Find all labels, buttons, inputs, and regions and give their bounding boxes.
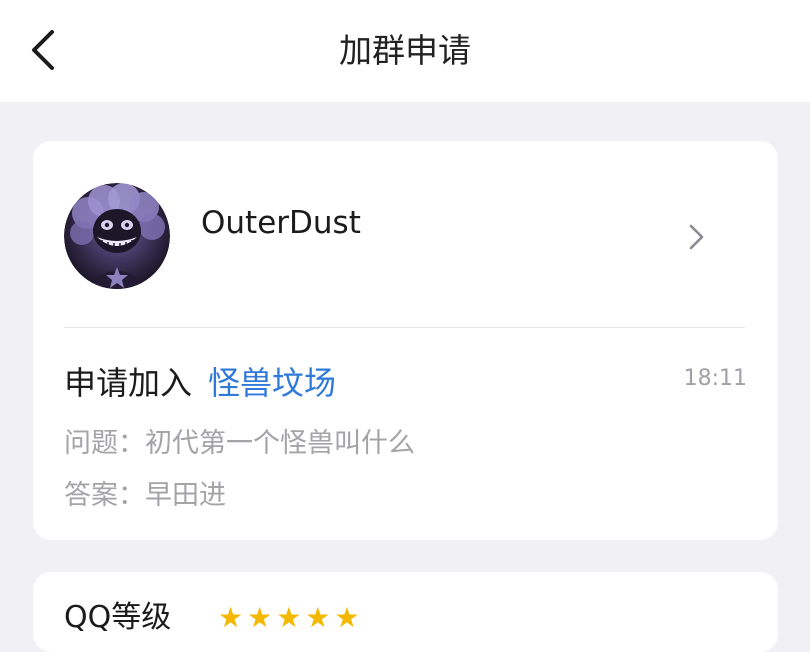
navigation-bar: 加群申请 (0, 0, 810, 102)
request-summary: 申请加入 怪兽坟场 (64, 363, 336, 403)
divider (64, 327, 745, 328)
answer-text: 答案：早田进 (64, 480, 226, 511)
qq-level-card: QQ等级 ★★★★★ (33, 572, 778, 652)
join-request-card: OuterDust 申请加入 怪兽坟场 18:11 问题：初代第一个怪兽叫什么 答… (33, 141, 778, 540)
request-prefix: 申请加入 (64, 364, 193, 402)
applicant-row[interactable]: OuterDust (33, 141, 778, 327)
question-text: 问题：初代第一个怪兽叫什么 (64, 428, 415, 459)
qq-level-label: QQ等级 (64, 600, 172, 635)
avatar[interactable] (64, 183, 170, 289)
level-stars: ★★★★★ (218, 601, 364, 634)
group-name-link[interactable]: 怪兽坟场 (208, 364, 336, 402)
page-title: 加群申请 (339, 31, 471, 70)
chevron-right-icon (689, 224, 704, 250)
applicant-name: OuterDust (201, 205, 361, 241)
grinning-creature-avatar (64, 183, 170, 289)
request-time: 18:11 (683, 366, 747, 391)
